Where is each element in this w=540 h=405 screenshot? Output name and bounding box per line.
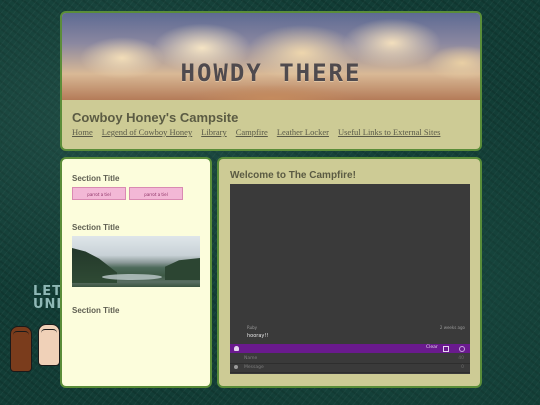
site-header: HOWDY THERE Cowboy Honey's Campsite Home… [60, 11, 482, 151]
clear-button[interactable]: Clear [426, 345, 438, 350]
nav-link-home[interactable]: Home [72, 127, 93, 137]
banner-image: HOWDY THERE [62, 13, 480, 100]
nav-link-campfire[interactable]: Campfire [236, 127, 268, 137]
chat-widget[interactable]: Ruby 2 weeks ago hooray!! Clear Name 40 … [230, 184, 470, 374]
message-field[interactable]: Message 0 [230, 363, 470, 373]
settings-icon[interactable] [459, 346, 465, 352]
banner-title: HOWDY THERE [180, 59, 362, 87]
main-nav: Home Legend of Cowboy Honey Library Camp… [72, 127, 440, 137]
message-timestamp: 2 weeks ago [439, 325, 465, 330]
landscape-photo [72, 236, 200, 287]
nav-link-library[interactable]: Library [201, 127, 227, 137]
page-title: Welcome to The Campfire! [230, 170, 356, 181]
message-text: hooray!! [247, 333, 269, 339]
nav-link-useful-links[interactable]: Useful Links to External Sites [338, 127, 440, 137]
raised-fist-icon [38, 324, 60, 366]
emoji-icon[interactable] [234, 365, 238, 369]
popout-icon[interactable] [443, 346, 449, 352]
message-username: Ruby [247, 325, 258, 330]
message-char-count: 0 [461, 365, 464, 370]
badge-row: parrot a tiel parrot a tiel [72, 187, 183, 200]
nav-link-leather-locker[interactable]: Leather Locker [277, 127, 329, 137]
message-placeholder: Message [244, 365, 264, 370]
blinkie-badge: parrot a tiel [129, 187, 183, 200]
nav-link-legend[interactable]: Legend of Cowboy Honey [102, 127, 192, 137]
section-title: Section Title [72, 174, 120, 183]
site-name: Cowboy Honey's Campsite [72, 110, 239, 125]
raised-fist-icon [10, 326, 32, 372]
section-title: Section Title [72, 223, 120, 232]
name-char-count: 40 [458, 356, 464, 361]
sidebar: Section Title parrot a tiel parrot a tie… [60, 157, 212, 388]
decoration-text-2: UNI [33, 297, 63, 312]
main-panel: Welcome to The Campfire! Ruby 2 weeks ag… [217, 157, 482, 388]
name-placeholder: Name [244, 356, 258, 361]
section-title: Section Title [72, 306, 120, 315]
user-icon[interactable] [234, 346, 239, 351]
blinkie-badge: parrot a tiel [72, 187, 126, 200]
chat-toolbar: Clear [230, 344, 470, 353]
